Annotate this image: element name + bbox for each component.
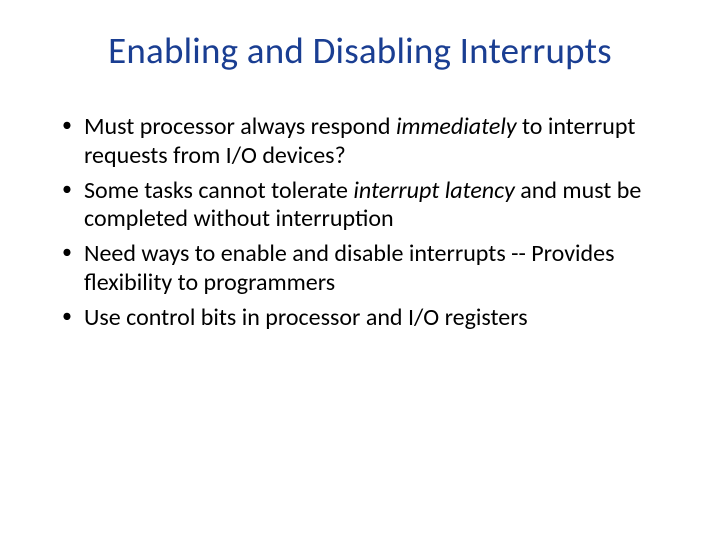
list-item: Use control bits in processor and I/O re…	[56, 304, 664, 333]
list-item: Some tasks cannot tolerate interrupt lat…	[56, 177, 664, 235]
bullet-list: Must processor always respond immediatel…	[48, 113, 672, 333]
slide-title: Enabling and Disabling Interrupts	[48, 28, 672, 73]
list-item: Must processor always respond immediatel…	[56, 113, 664, 171]
bullet-text-pre: Some tasks cannot tolerate	[84, 176, 353, 205]
bullet-text-em: immediately	[396, 112, 517, 141]
bullet-text-pre: Need ways to enable and disable interrup…	[84, 239, 615, 297]
bullet-text-pre: Must processor always respond	[84, 112, 396, 141]
bullet-text-pre: Use control bits in processor and I/O re…	[84, 303, 528, 332]
slide: Enabling and Disabling Interrupts Must p…	[0, 0, 720, 540]
list-item: Need ways to enable and disable interrup…	[56, 240, 664, 298]
bullet-text-em: interrupt latency	[353, 176, 515, 205]
